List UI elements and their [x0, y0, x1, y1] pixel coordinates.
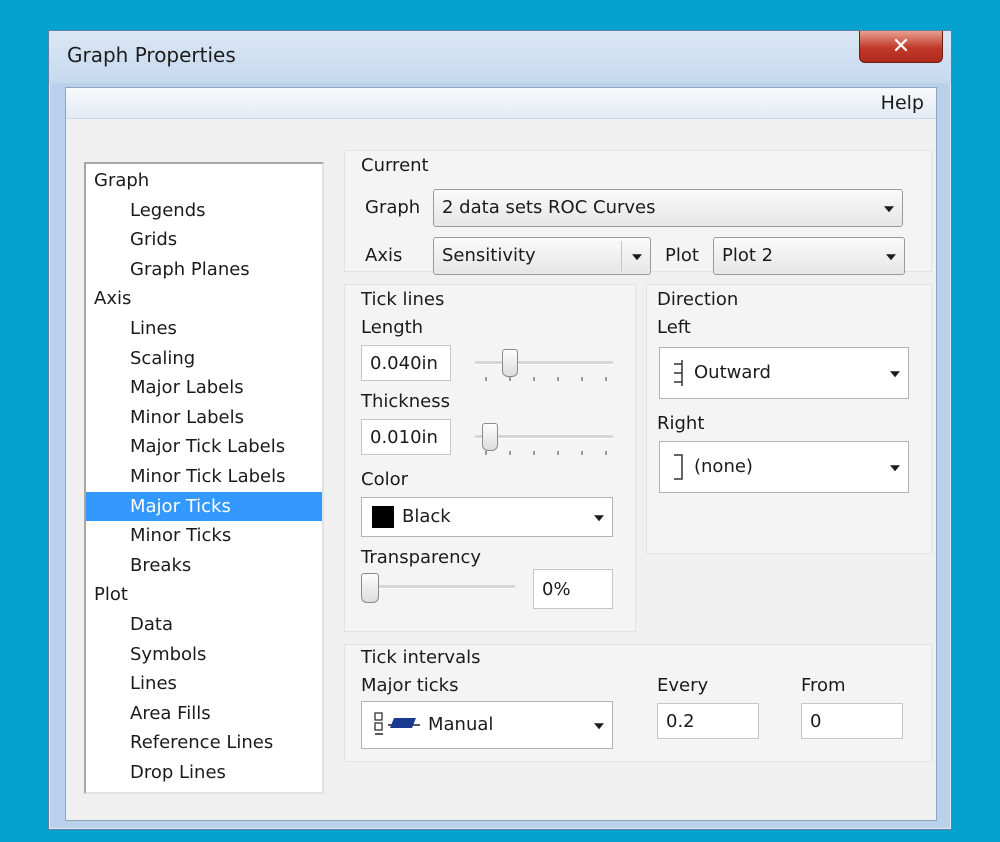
tree-item[interactable]: Minor Tick Labels: [86, 462, 322, 491]
plot-select[interactable]: Plot 2: [713, 237, 905, 275]
tree-item[interactable]: Minor Ticks: [86, 521, 322, 550]
close-button[interactable]: ✕: [859, 31, 943, 63]
graph-label: Graph: [365, 197, 421, 218]
tree-item[interactable]: Major Ticks: [86, 491, 322, 521]
left-direction-select[interactable]: Outward: [659, 347, 909, 399]
tree-item[interactable]: Major Labels: [86, 373, 322, 402]
no-tick-icon: [674, 454, 683, 480]
transparency-input[interactable]: [533, 569, 613, 609]
tree-item[interactable]: Graph: [86, 166, 322, 195]
slider-thumb[interactable]: [502, 349, 518, 377]
tick-intervals-group: Tick intervals Major ticks Manual Every …: [344, 644, 932, 762]
tree-item[interactable]: Axis: [86, 284, 322, 313]
tree-item[interactable]: Legends: [86, 196, 322, 225]
tree-item[interactable]: Scaling: [86, 344, 322, 373]
thickness-input[interactable]: [361, 419, 451, 455]
color-select[interactable]: Black: [361, 497, 613, 537]
from-label: From: [801, 675, 846, 696]
direction-group: Direction Left Outward Right (none): [646, 284, 932, 554]
tick-lines-group: Tick lines Length Thickness Color Black: [344, 284, 636, 632]
current-header: Current: [361, 155, 429, 176]
title-bar[interactable]: Graph Properties ✕: [49, 31, 951, 83]
every-label: Every: [657, 675, 709, 696]
tree-item[interactable]: Data: [86, 610, 322, 639]
chevron-down-icon: [632, 254, 642, 261]
chevron-down-icon: [890, 465, 900, 472]
color-swatch: [372, 506, 394, 528]
slider-thumb[interactable]: [361, 573, 379, 603]
tree-item[interactable]: Plot: [86, 580, 322, 609]
graph-select-value: 2 data sets ROC Curves: [442, 197, 656, 218]
chevron-down-icon: [594, 723, 604, 730]
axis-select[interactable]: Sensitivity: [433, 237, 651, 275]
tick-intervals-header: Tick intervals: [361, 647, 481, 668]
plot-select-value: Plot 2: [722, 245, 774, 266]
axis-select-value: Sensitivity: [442, 245, 536, 266]
plot-label: Plot: [665, 245, 699, 266]
chevron-down-icon: [884, 206, 894, 213]
tree-item[interactable]: Drop Lines: [86, 758, 322, 787]
tree-item[interactable]: Grids: [86, 225, 322, 254]
from-input[interactable]: [801, 703, 903, 739]
right-direction-select[interactable]: (none): [659, 441, 909, 493]
left-direction-value: Outward: [694, 362, 771, 383]
graph-properties-window: Graph Properties ✕ Help Graph Legends Grid…: [48, 30, 952, 830]
tree-item[interactable]: Symbols: [86, 640, 322, 669]
major-ticks-value: Manual: [428, 714, 494, 735]
menu-bar: Help: [66, 88, 936, 119]
right-direction-value: (none): [694, 456, 753, 477]
tree-item[interactable]: Minor Labels: [86, 403, 322, 432]
tree-item[interactable]: Reference Lines: [86, 728, 322, 757]
left-label: Left: [657, 317, 691, 338]
right-label: Right: [657, 413, 705, 434]
chevron-down-icon: [594, 515, 604, 522]
dialog-client-area: Help Graph Legends Grids Graph Planes Axis Li…: [65, 87, 937, 821]
transparency-slider[interactable]: [361, 571, 515, 605]
length-slider[interactable]: [475, 347, 613, 381]
color-label: Color: [361, 469, 408, 490]
window-title: Graph Properties: [67, 43, 236, 67]
tree-item[interactable]: Breaks: [86, 551, 322, 580]
tree-item[interactable]: Lines: [86, 669, 322, 698]
tree-item[interactable]: Lines: [86, 314, 322, 343]
current-group: Current Graph 2 data sets ROC Curves Axi…: [344, 150, 932, 275]
slider-thumb[interactable]: [482, 423, 498, 451]
tree-item[interactable]: Major Tick Labels: [86, 432, 322, 461]
axis-label: Axis: [365, 245, 403, 266]
chevron-down-icon: [886, 254, 896, 261]
direction-header: Direction: [657, 289, 739, 310]
help-menu[interactable]: Help: [881, 92, 924, 114]
transparency-label: Transparency: [361, 547, 482, 568]
close-icon: ✕: [891, 34, 911, 59]
major-ticks-select[interactable]: Manual: [361, 701, 613, 749]
length-label: Length: [361, 317, 424, 338]
length-input[interactable]: [361, 345, 451, 381]
tree-item[interactable]: Area Fills: [86, 699, 322, 728]
properties-tree[interactable]: Graph Legends Grids Graph Planes Axis Lines Sc…: [84, 162, 324, 794]
tick-lines-header: Tick lines: [361, 289, 445, 310]
chevron-down-icon: [890, 371, 900, 378]
major-ticks-label: Major ticks: [361, 675, 459, 696]
manual-ticks-icon: [374, 712, 420, 735]
thickness-slider[interactable]: [475, 421, 613, 455]
color-select-value: Black: [402, 506, 451, 527]
outward-tick-icon: [674, 360, 683, 386]
every-input[interactable]: [657, 703, 759, 739]
tree-item[interactable]: Graph Planes: [86, 255, 322, 284]
thickness-label: Thickness: [361, 391, 450, 412]
graph-select[interactable]: 2 data sets ROC Curves: [433, 189, 903, 227]
